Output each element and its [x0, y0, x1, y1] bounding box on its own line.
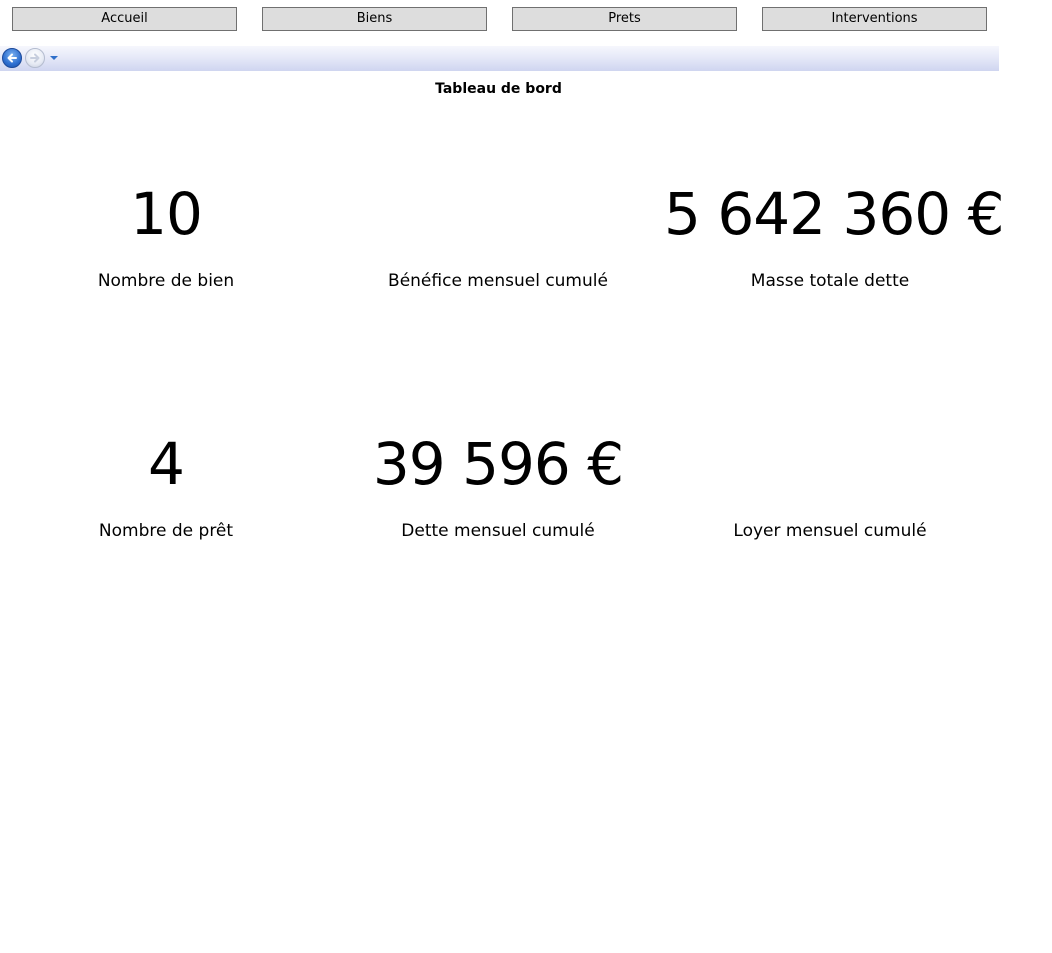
kpi-value: 10 — [130, 180, 203, 248]
kpi-label: Dette mensuel cumulé — [401, 521, 595, 541]
kpi-value: 39 596 € — [372, 430, 624, 498]
kpi-nombre-pret: 4 Nombre de prêt — [0, 428, 332, 542]
prets-button[interactable]: Prets — [512, 7, 737, 31]
kpi-value: 4 — [148, 430, 185, 498]
kpi-masse-totale-dette: 5 642 360 € Masse totale dette — [664, 178, 1005, 292]
page-title: Tableau de bord — [435, 81, 562, 97]
kpi-dette-mensuel: 39 596 € Dette mensuel cumulé — [332, 428, 664, 542]
accueil-button[interactable]: Accueil — [12, 7, 237, 31]
kpi-value: 5 642 360 € — [664, 180, 1005, 248]
kpi-benefice-mensuel: Bénéfice mensuel cumulé — [332, 178, 664, 292]
kpi-label: Masse totale dette — [750, 271, 910, 291]
top-navigation: Accueil Biens Prets Interventions — [0, 7, 1000, 31]
navigation-chrome — [0, 46, 999, 71]
biens-button[interactable]: Biens — [262, 7, 487, 31]
kpi-label: Nombre de prêt — [98, 521, 234, 541]
kpi-label: Loyer mensuel cumulé — [733, 521, 927, 541]
kpi-label: Bénéfice mensuel cumulé — [388, 271, 608, 291]
kpi-nombre-bien: 10 Nombre de bien — [0, 178, 332, 292]
forward-arrow-icon[interactable] — [25, 48, 45, 68]
app-window: Accueil Biens Prets Interventions Tablea… — [0, 0, 1052, 953]
kpi-value — [332, 178, 664, 250]
back-arrow-icon[interactable] — [2, 48, 22, 68]
interventions-button[interactable]: Interventions — [762, 7, 987, 31]
kpi-loyer-mensuel: Loyer mensuel cumulé — [664, 428, 996, 542]
kpi-value — [664, 428, 996, 500]
chevron-down-icon[interactable] — [50, 56, 58, 60]
kpi-label: Nombre de bien — [97, 271, 235, 291]
